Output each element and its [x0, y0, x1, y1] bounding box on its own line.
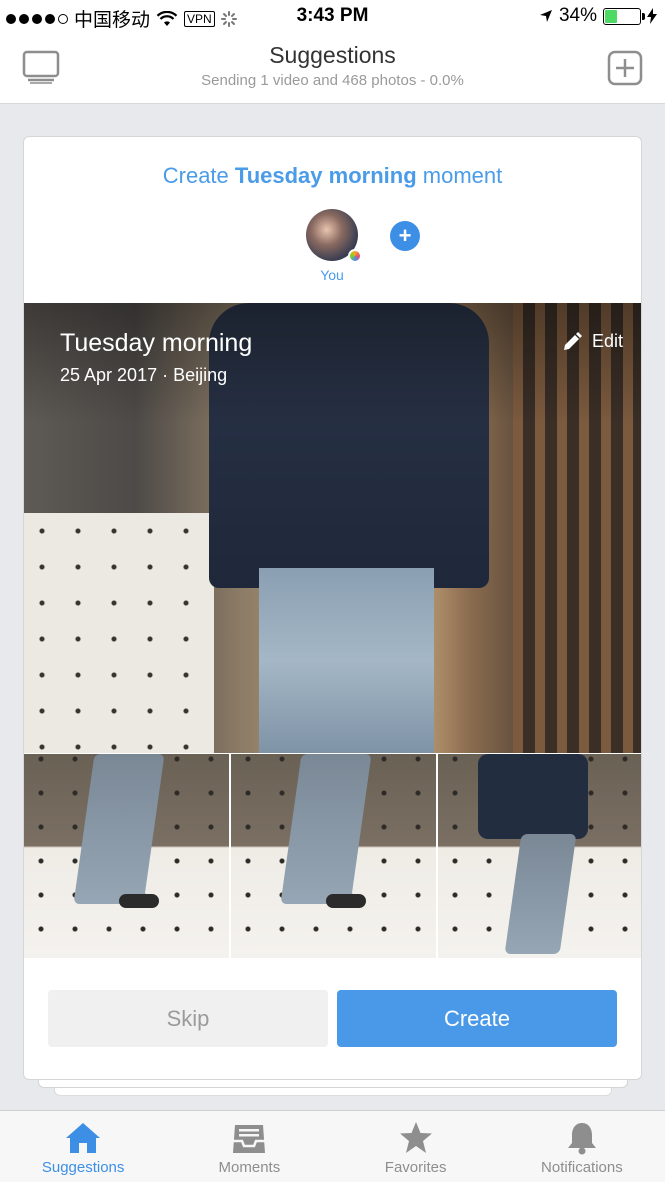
tab-label: Favorites: [384, 1159, 447, 1176]
moment-date-location: 25 Apr 2017 · Beijing: [60, 365, 228, 385]
create-button[interactable]: Create: [337, 990, 617, 1047]
avatar-label: You: [320, 267, 344, 283]
inbox-icon: [233, 1125, 266, 1153]
moment-title: Tuesday morning: [60, 329, 253, 357]
battery-percent: 34%: [558, 5, 597, 26]
status-bar: 中国移动 VPN 3:43 PM 34%: [0, 0, 665, 34]
thumbnail-legs: [504, 834, 577, 954]
tab-label: Moments: [218, 1159, 281, 1176]
charging-bolt-icon: [647, 8, 657, 24]
person-jeans: [259, 568, 434, 753]
suggestion-card: Create Tuesday morning moment You + Tues…: [23, 136, 642, 1080]
thumbnail-legs: [73, 754, 165, 904]
photo-thumbnail[interactable]: [231, 754, 436, 958]
tab-label: Notifications: [541, 1159, 623, 1176]
skip-button[interactable]: Skip: [48, 990, 328, 1047]
photos-badge-icon: [348, 249, 362, 263]
home-icon: [66, 1123, 101, 1153]
battery-level-fill: [605, 9, 617, 23]
thumbnail-jacket: [478, 754, 588, 839]
tab-bar: Suggestions Moments Favorites Notificati…: [0, 1110, 665, 1182]
photo-thumbnail[interactable]: [24, 754, 229, 958]
location-arrow-icon: [539, 10, 552, 22]
tab-favorites[interactable]: Favorites: [333, 1111, 499, 1182]
upload-status-text: Sending 1 video and 468 photos - 0.0%: [201, 72, 464, 89]
hero-gradient-overlay: [24, 303, 641, 423]
battery-icon: [603, 7, 645, 25]
hero-photo[interactable]: Tuesday morning 25 Apr 2017 · Beijing Ed…: [24, 303, 641, 753]
tab-suggestions[interactable]: Suggestions: [0, 1111, 166, 1182]
edit-button[interactable]: Edit: [562, 331, 623, 352]
navigation-bar: Suggestions Sending 1 video and 468 phot…: [0, 34, 665, 104]
status-bar-right: 34%: [539, 5, 657, 27]
add-square-icon[interactable]: [607, 50, 643, 86]
thumbnail-legs: [280, 754, 372, 904]
add-person-button[interactable]: +: [390, 221, 420, 251]
photo-thumbnail[interactable]: [438, 754, 641, 958]
avatar[interactable]: [306, 209, 362, 263]
edit-label: Edit: [591, 331, 623, 351]
tab-notifications[interactable]: Notifications: [499, 1111, 665, 1182]
headline-prefix: Create: [162, 163, 235, 188]
card-headline: Create Tuesday morning moment: [24, 163, 641, 189]
headline-moment-name: Tuesday morning: [234, 163, 417, 188]
thumbnail-shoe: [119, 894, 159, 908]
tab-label: Suggestions: [41, 1159, 125, 1176]
floor-tiles: [24, 513, 214, 753]
headline-suffix: moment: [416, 163, 503, 188]
photo-thumbnails: [24, 754, 641, 958]
pencil-icon: [563, 331, 582, 350]
bell-icon: [567, 1123, 596, 1155]
tab-moments[interactable]: Moments: [166, 1111, 332, 1182]
star-icon: [399, 1122, 432, 1153]
thumbnail-shoe: [326, 894, 366, 908]
page-title: Suggestions: [269, 42, 396, 68]
